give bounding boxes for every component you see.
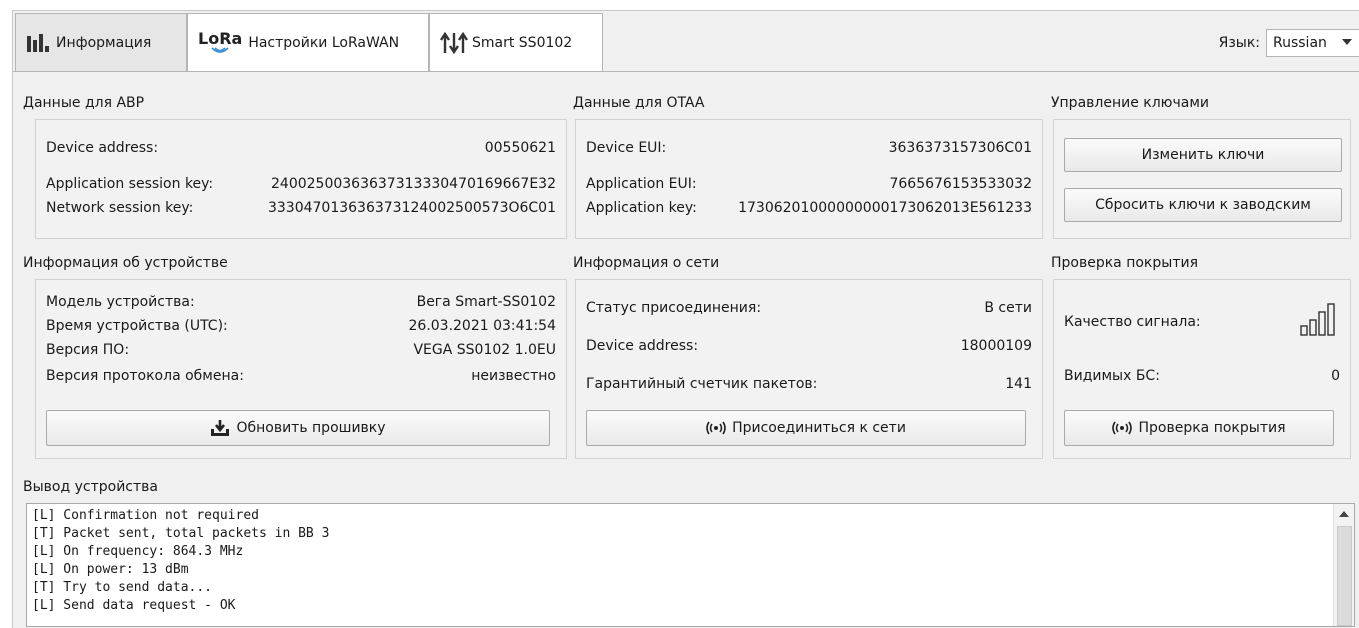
language-value: Russian	[1273, 35, 1327, 51]
device-info-title: Информация об устройстве	[23, 255, 228, 271]
vertical-scrollbar[interactable]	[1333, 504, 1354, 626]
otaa-row: Device EUI: 3636373157306C01	[586, 140, 1032, 156]
coverage-title: Проверка покрытия	[1051, 255, 1199, 271]
otaa-label: Device EUI:	[586, 140, 667, 156]
log-line: [L] Send data request - OK	[32, 598, 236, 613]
log-line: [T] Packet sent, total packets in BB 3	[32, 526, 330, 541]
update-firmware-button[interactable]: Обновить прошивку	[46, 410, 550, 446]
abp-value: 24002500363637313330470169667E32	[271, 176, 556, 192]
device-info-label: Время устройства (UTC):	[46, 318, 228, 334]
scrollbar-thumb[interactable]	[1337, 526, 1352, 626]
device-info-label: Версия протокола обмена:	[46, 368, 244, 384]
bar-chart-icon	[26, 33, 52, 53]
tab-information-label: Информация	[56, 34, 152, 51]
keys-panel: Изменить ключи Сбросить ключи к заводски…	[1053, 119, 1351, 239]
signal-quality-row: Качество сигнала:	[1064, 302, 1340, 342]
network-info-row: Device address: 18000109	[586, 338, 1032, 354]
chevron-down-icon	[1341, 36, 1353, 52]
device-info-label: Модель устройства:	[46, 294, 195, 310]
abp-label: Device address:	[46, 140, 159, 156]
log-line: [L] On frequency: 864.3 MHz	[32, 544, 244, 559]
join-network-button[interactable]: Присоединиться к сети	[586, 410, 1026, 446]
otaa-value: 17306201000000000173062013E561233	[738, 200, 1032, 216]
signal-bars-icon	[1300, 302, 1340, 342]
network-info-value: 18000109	[960, 338, 1032, 354]
reset-keys-button[interactable]: Сбросить ключи к заводским	[1064, 188, 1342, 222]
keys-title: Управление ключами	[1051, 95, 1209, 111]
abp-row: Application session key: 240025003636373…	[46, 176, 556, 192]
check-coverage-label: Проверка покрытия	[1138, 420, 1286, 436]
tab-bar: Информация LoRa Настройки LoRaWAN Smart …	[13, 11, 1359, 73]
device-info-value: неизвестно	[471, 368, 556, 384]
language-selector: Язык: Russian	[1219, 29, 1359, 57]
network-info-row: Гарантийный счетчик пакетов: 141	[586, 376, 1032, 392]
tab-information[interactable]: Информация	[15, 13, 187, 71]
log-line: [L] On power: 13 dBm	[32, 562, 189, 577]
otaa-label: Application EUI:	[586, 176, 697, 192]
device-output-log[interactable]: [L] Confirmation not required [T] Packet…	[26, 503, 1355, 627]
lora-logo-text: LoRa	[198, 28, 243, 48]
otaa-title: Данные для OTAA	[573, 95, 705, 111]
network-info-row: Статус присоединения: В сети	[586, 300, 1032, 316]
network-info-label: Гарантийный счетчик пакетов:	[586, 376, 818, 392]
device-info-row: Модель устройства: Вега Smart-SS0102	[46, 294, 556, 310]
device-info-row: Версия протокола обмена: неизвестно	[46, 368, 556, 384]
abp-title: Данные для ABP	[23, 95, 145, 111]
log-lines: [L] Confirmation not required [T] Packet…	[32, 507, 329, 615]
signal-quality-label: Качество сигнала:	[1064, 314, 1201, 330]
tab-smart-ss0102[interactable]: Smart SS0102	[429, 13, 603, 71]
language-label: Язык:	[1218, 35, 1260, 51]
broadcast-icon	[706, 421, 726, 435]
otaa-value: 3636373157306C01	[888, 140, 1032, 156]
arrows-updown-icon	[440, 31, 468, 54]
device-info-label: Версия ПО:	[46, 342, 130, 358]
language-select[interactable]: Russian	[1266, 29, 1359, 57]
download-icon	[211, 420, 230, 436]
otaa-panel: Device EUI: 3636373157306C01 Application…	[575, 119, 1043, 239]
otaa-label: Application key:	[586, 200, 697, 216]
abp-label: Network session key:	[46, 200, 194, 216]
abp-row: Network session key: 3330470136363731240…	[46, 200, 556, 216]
network-info-label: Статус присоединения:	[586, 300, 762, 316]
device-info-value: VEGA SS0102 1.0EU	[413, 342, 556, 358]
network-info-panel: Статус присоединения: В сети Device addr…	[575, 279, 1043, 459]
otaa-row: Application EUI: 7665676153533032	[586, 176, 1032, 192]
network-info-title: Информация о сети	[573, 255, 720, 271]
abp-panel: Device address: 00550621 Application ses…	[35, 119, 567, 239]
visible-stations-label: Видимых БС:	[1064, 368, 1160, 384]
change-keys-button[interactable]: Изменить ключи	[1064, 138, 1342, 172]
tab-smart-label: Smart SS0102	[472, 34, 573, 51]
log-line: [L] Confirmation not required	[32, 508, 259, 523]
abp-value: 00550621	[484, 140, 556, 156]
otaa-value: 7665676153533032	[889, 176, 1032, 192]
network-info-label: Device address:	[586, 338, 699, 354]
abp-row: Device address: 00550621	[46, 140, 556, 156]
tab-lorawan-label: Настройки LoRaWAN	[248, 34, 400, 51]
device-info-value: 26.03.2021 03:41:54	[408, 318, 557, 334]
lora-logo-icon: LoRa	[198, 28, 243, 55]
network-info-value: В сети	[984, 300, 1032, 316]
network-info-value: 141	[1005, 376, 1032, 392]
visible-stations-value: 0	[1331, 368, 1340, 384]
log-line: [T] Try to send data...	[32, 580, 213, 595]
visible-stations-row: Видимых БС: 0	[1064, 368, 1340, 384]
broadcast-icon	[1112, 421, 1133, 435]
update-firmware-label: Обновить прошивку	[236, 420, 386, 436]
abp-label: Application session key:	[46, 176, 214, 192]
coverage-panel: Качество сигнала: Видимых БС: 0 Проверка…	[1053, 279, 1351, 459]
device-info-row: Версия ПО: VEGA SS0102 1.0EU	[46, 342, 556, 358]
device-info-row: Время устройства (UTC): 26.03.2021 03:41…	[46, 318, 556, 334]
check-coverage-button[interactable]: Проверка покрытия	[1064, 410, 1334, 446]
otaa-row: Application key: 17306201000000000173062…	[586, 200, 1032, 216]
output-title: Вывод устройства	[23, 479, 158, 495]
join-network-label: Присоединиться к сети	[732, 420, 906, 436]
tab-divider	[13, 71, 1359, 72]
tab-lorawan-settings[interactable]: LoRa Настройки LoRaWAN	[187, 13, 429, 71]
device-info-panel: Модель устройства: Вега Smart-SS0102 Вре…	[35, 279, 567, 459]
device-info-value: Вега Smart-SS0102	[416, 294, 556, 310]
abp-value: 333047013636373124002500573O6C01	[267, 200, 556, 216]
scroll-up-icon[interactable]	[1334, 504, 1354, 524]
